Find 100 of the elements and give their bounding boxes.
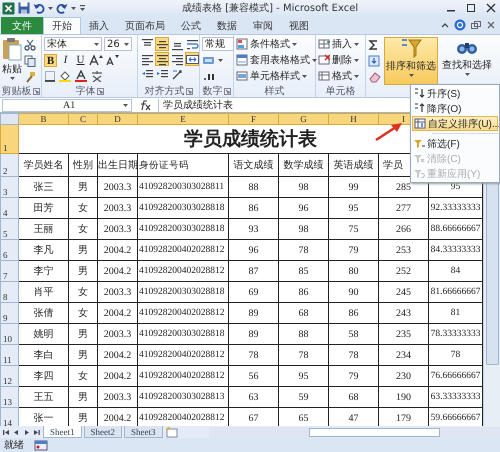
table-format-button[interactable]: 套用表格格式 bbox=[236, 53, 313, 67]
table-cell: 245 bbox=[378, 282, 428, 302]
size-dropdown[interactable]: 26 bbox=[104, 37, 132, 51]
row-header[interactable]: 5 bbox=[0, 218, 18, 240]
tab[interactable]: 数据 bbox=[209, 17, 245, 34]
format-dropdown[interactable]: 常规 bbox=[202, 37, 234, 51]
caret-icon bbox=[218, 58, 223, 62]
spreadsheet-icon[interactable] bbox=[2, 2, 15, 14]
scissors-icon[interactable] bbox=[24, 39, 36, 51]
column-header[interactable]: B bbox=[18, 114, 68, 124]
paste-button[interactable]: 粘贴 bbox=[1, 37, 23, 83]
font-dropdown[interactable]: 宋体 bbox=[44, 37, 102, 51]
copy-icon[interactable] bbox=[24, 55, 36, 67]
undo-icon[interactable] bbox=[33, 2, 45, 14]
bold-button[interactable]: B bbox=[44, 54, 57, 66]
menu-item[interactable]: 升序(S) bbox=[412, 86, 498, 101]
column-header[interactable]: C bbox=[68, 114, 98, 124]
row-header[interactable]: 6 bbox=[0, 240, 18, 260]
menu-item[interactable]: 自定义排序(U)... bbox=[412, 116, 498, 131]
restore-icon[interactable] bbox=[470, 20, 482, 30]
launcher-icon[interactable] bbox=[186, 88, 192, 94]
column-header[interactable]: D bbox=[98, 114, 138, 124]
row-header[interactable]: 8 bbox=[0, 282, 18, 302]
column-header[interactable]: H bbox=[328, 114, 378, 124]
sheet-tab[interactable]: Sheet2 bbox=[84, 426, 122, 438]
eraser-icon[interactable] bbox=[368, 71, 382, 83]
italic-button[interactable]: I bbox=[59, 54, 72, 66]
row-header[interactable]: 9 bbox=[0, 302, 18, 324]
customize-icon[interactable] bbox=[79, 4, 86, 12]
wrap-text-button[interactable] bbox=[185, 37, 199, 51]
grow-font-icon[interactable] bbox=[89, 54, 103, 66]
maximize-icon[interactable] bbox=[464, 2, 478, 14]
save-icon[interactable] bbox=[18, 2, 30, 14]
tab[interactable]: 页面布局 bbox=[117, 17, 173, 34]
table-cell: 63 bbox=[228, 386, 278, 408]
last-sheet-icon[interactable] bbox=[32, 428, 41, 436]
row-header[interactable]: 13 bbox=[0, 386, 18, 408]
sheet-tab[interactable]: Sheet3 bbox=[124, 426, 162, 438]
name-box[interactable]: A1 bbox=[2, 98, 132, 112]
row-header[interactable]: 10 bbox=[0, 324, 18, 344]
launcher-icon[interactable] bbox=[96, 88, 104, 94]
launcher-icon[interactable] bbox=[32, 88, 40, 94]
cell-style-button[interactable]: 单元格样式 bbox=[236, 69, 313, 83]
font-color-icon[interactable] bbox=[74, 70, 88, 82]
brush-icon[interactable] bbox=[24, 71, 36, 83]
fill-down-icon[interactable] bbox=[368, 55, 382, 67]
horizontal-scrollbar[interactable] bbox=[208, 427, 500, 438]
sheet-tab[interactable]: Sheet1 bbox=[43, 426, 82, 438]
insert-cells-icon bbox=[318, 38, 330, 50]
tab[interactable]: 公式 bbox=[173, 17, 209, 34]
phonetic-icon[interactable] bbox=[90, 70, 104, 82]
table-cell: 68 bbox=[278, 302, 328, 324]
format-button[interactable]: 格式 bbox=[318, 69, 363, 83]
table-cell: 410928200303028818 bbox=[138, 198, 228, 218]
table-cell: 93 bbox=[228, 218, 278, 240]
border-icon[interactable] bbox=[44, 70, 56, 82]
macro-record-icon[interactable] bbox=[34, 440, 48, 450]
launcher-icon[interactable] bbox=[224, 88, 230, 94]
shrink-font-icon[interactable] bbox=[105, 54, 119, 66]
tab[interactable]: 视图 bbox=[281, 17, 317, 34]
table-cell: 410928200303028811 bbox=[138, 176, 228, 198]
row-header[interactable]: 4 bbox=[0, 198, 18, 218]
delete-button[interactable]: 删除 bbox=[318, 53, 363, 67]
align-right-button[interactable] bbox=[170, 52, 184, 66]
column-header[interactable]: G bbox=[278, 114, 328, 124]
sort-filter-button[interactable]: 排序和筛选 bbox=[384, 37, 438, 85]
underline-button[interactable]: U bbox=[74, 54, 87, 66]
conditional-format-button[interactable]: 条件格式 bbox=[236, 37, 313, 51]
merge-center-button[interactable] bbox=[185, 52, 199, 66]
fill-color-icon[interactable] bbox=[58, 70, 72, 82]
insert-button[interactable]: 插入 bbox=[318, 37, 363, 51]
sort-ascending-icon bbox=[413, 88, 425, 99]
help-icon[interactable] bbox=[454, 19, 466, 31]
new-sheet-icon[interactable] bbox=[164, 427, 178, 438]
middle-align-button[interactable] bbox=[155, 37, 169, 51]
row-header[interactable]: 2 bbox=[0, 154, 18, 176]
menu-item[interactable]: 筛选(F) bbox=[412, 136, 498, 151]
tab[interactable]: 开始 bbox=[43, 17, 81, 34]
column-header[interactable]: F bbox=[228, 114, 278, 124]
align-right-icon bbox=[170, 52, 184, 66]
row-header[interactable]: 14 bbox=[0, 408, 18, 426]
table-cell: 88 bbox=[278, 324, 328, 344]
row-header[interactable]: 3 bbox=[0, 176, 18, 198]
close-icon[interactable] bbox=[484, 2, 498, 14]
row-header[interactable]: 1 bbox=[0, 124, 18, 154]
row-header[interactable]: 7 bbox=[0, 260, 18, 282]
redo-icon[interactable] bbox=[56, 2, 68, 14]
fx-icon[interactable] bbox=[138, 99, 152, 111]
row-header[interactable]: 12 bbox=[0, 366, 18, 386]
column-header[interactable]: E bbox=[138, 114, 228, 124]
center-button[interactable] bbox=[155, 52, 169, 66]
align-left-button[interactable] bbox=[140, 52, 154, 66]
table-cell: 98 bbox=[278, 176, 328, 198]
tab[interactable]: 审阅 bbox=[245, 17, 281, 34]
tab[interactable]: 插入 bbox=[81, 17, 117, 34]
row-header[interactable]: 11 bbox=[0, 344, 18, 366]
first-sheet-icon[interactable] bbox=[2, 428, 11, 436]
file-tab[interactable]: 文件 bbox=[1, 17, 43, 34]
table-cell: 252 bbox=[378, 260, 428, 282]
clipboard-icon bbox=[1, 37, 23, 61]
